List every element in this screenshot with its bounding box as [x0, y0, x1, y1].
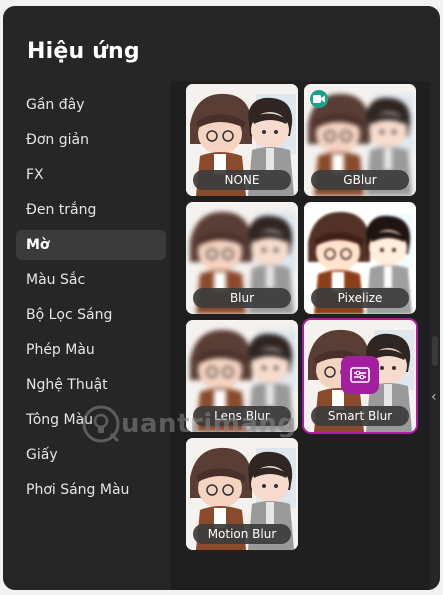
- effect-blur[interactable]: Blur: [186, 202, 298, 314]
- category-fx[interactable]: FX: [16, 160, 166, 190]
- category-magic-color[interactable]: Phép Màu: [16, 335, 166, 365]
- category-blur[interactable]: Mờ: [16, 230, 166, 260]
- category-tone[interactable]: Tông Màu: [16, 405, 166, 435]
- category-paper[interactable]: Giấy: [16, 440, 166, 470]
- effect-label: Lens Blur: [193, 406, 291, 426]
- category-art[interactable]: Nghệ Thuật: [16, 370, 166, 400]
- scrollbar[interactable]: [432, 336, 438, 366]
- effect-label: Motion Blur: [193, 524, 291, 544]
- category-light-filter[interactable]: Bộ Lọc Sáng: [16, 300, 166, 330]
- effect-pixelize[interactable]: Pixelize: [304, 202, 416, 314]
- effect-smart-blur[interactable]: Smart Blur: [302, 318, 418, 434]
- effect-label: GBlur: [311, 170, 409, 190]
- effect-motion-blur[interactable]: Motion Blur: [186, 438, 298, 550]
- effect-label: Pixelize: [311, 288, 409, 308]
- effect-none[interactable]: NONE: [186, 84, 298, 196]
- category-color-exposure[interactable]: Phơi Sáng Màu: [16, 475, 166, 505]
- category-recent[interactable]: Gần đây: [16, 90, 166, 120]
- category-simple[interactable]: Đơn giản: [16, 125, 166, 155]
- effects-panel: Hiệu ứng Gần đây Đơn giản FX Đen trắng M…: [3, 6, 440, 590]
- effect-gblur[interactable]: GBlur: [304, 84, 416, 196]
- category-black-white[interactable]: Đen trắng: [16, 195, 166, 225]
- chevron-left-icon[interactable]: ‹: [431, 389, 437, 405]
- effect-label: Blur: [193, 288, 291, 308]
- category-color[interactable]: Màu Sắc: [16, 265, 166, 295]
- sliders-icon: [350, 367, 370, 383]
- effect-label: NONE: [193, 170, 291, 190]
- effect-lens-blur[interactable]: Lens Blur: [186, 320, 298, 432]
- video-camera-icon: [310, 90, 328, 108]
- panel-title: Hiệu ứng: [27, 39, 140, 64]
- adjust-settings-button[interactable]: [341, 356, 379, 394]
- effect-label: Smart Blur: [311, 406, 409, 426]
